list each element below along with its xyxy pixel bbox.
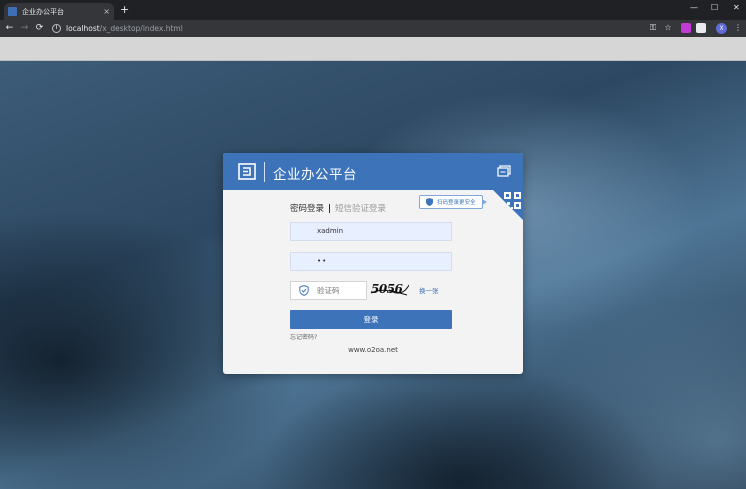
extension-icon[interactable] [681,23,691,33]
key-icon[interactable]: ⚿ [648,23,658,33]
browser-menu-icon[interactable]: ⋮ [733,23,743,33]
captcha-refresh-link[interactable]: 换一张 [419,285,439,295]
address-bar[interactable]: i localhost /x_desktop/index.html [52,22,632,35]
client-download-icon[interactable] [497,165,511,177]
username-input[interactable]: xadmin [290,222,452,241]
qr-tip-text: 扫码登录更安全 [437,200,476,206]
site-info-icon[interactable]: i [52,24,61,33]
tab-title: 企业办公平台 [22,7,64,16]
url-path: /x_desktop/index.html [99,24,183,33]
bookmark-star-icon[interactable]: ☆ [663,23,673,33]
browser-toolbar: ← → ⟳ i localhost /x_desktop/index.html … [0,20,746,37]
tab-close-icon[interactable]: × [103,7,110,16]
back-button[interactable]: ← [2,20,17,37]
captcha-placeholder: 验证码 [317,286,340,295]
minimize-button[interactable]: — [690,3,698,13]
shield-icon [426,198,433,206]
reload-button[interactable]: ⟳ [32,20,47,37]
browser-tab[interactable]: 企业办公平台 × [4,3,114,20]
favicon-icon [8,7,17,16]
page-background: 企业办公平台 扫码登录更安全 密码登录 短信验证登录 [0,61,746,489]
maximize-button[interactable]: ☐ [711,3,718,13]
qr-login-tip: 扫码登录更安全 [419,195,487,209]
forgot-password-link[interactable]: 忘记密码? [290,332,317,341]
profile-avatar[interactable]: X [716,23,727,34]
browser-tabstrip: 企业办公平台 × + — ☐ ✕ [0,0,746,20]
platform-title: 企业办公平台 [273,167,357,183]
extension-icon-2[interactable] [696,23,706,33]
bookmark-bar [0,37,746,61]
captcha-input[interactable]: 验证码 [290,281,367,300]
captcha-image[interactable]: 5056 [369,282,409,298]
login-card-header: 企业办公平台 [223,153,523,190]
tab-sms-login[interactable]: 短信验证登录 [335,202,386,214]
tab-separator [329,203,331,213]
qr-code-icon[interactable] [493,190,523,220]
close-window-button[interactable]: ✕ [733,3,740,13]
tab-password-login[interactable]: 密码登录 [290,202,324,214]
forward-button[interactable]: → [17,20,32,37]
login-method-tabs: 密码登录 短信验证登录 [290,202,386,214]
header-divider [264,162,265,182]
logo-icon [238,163,256,180]
shield-check-icon [299,285,309,296]
site-url-text: www.o2oa.net [348,346,398,354]
url-host: localhost [66,24,100,33]
login-button[interactable]: 登录 [290,310,452,329]
captcha-noise-lines [370,284,409,296]
new-tab-button[interactable]: + [120,4,129,15]
password-input[interactable]: •• [290,252,452,271]
